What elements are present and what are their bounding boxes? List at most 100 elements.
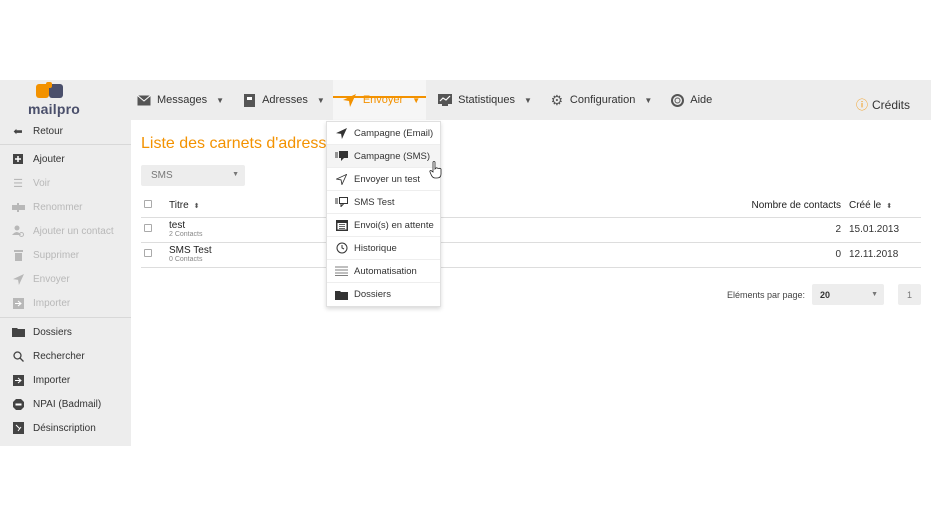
credits-button[interactable]: ⓘ Crédits — [856, 96, 910, 113]
sidebar-item-label: Rechercher — [33, 350, 85, 362]
row-select-cell — [141, 242, 169, 268]
address-book-icon — [242, 93, 256, 107]
credits-label: Crédits — [871, 97, 910, 112]
sidebar-item-retour[interactable]: ⬅ Retour — [0, 120, 131, 142]
select-all-checkbox[interactable] — [144, 200, 152, 209]
table-row[interactable]: test 2 Contacts 2 15.01.2013 — [141, 217, 921, 243]
sidebar-item-label: Importer — [33, 374, 71, 386]
column-contacts: Nombre de contacts — [709, 195, 849, 218]
import-icon — [11, 373, 25, 387]
menu-item-sms-test[interactable]: SMS Test — [327, 191, 440, 214]
menu-item-label: SMS Test — [354, 196, 395, 208]
app-window: mailpro Messages ▼ Adresses ▼ Envoyer ▼ … — [0, 80, 931, 446]
address-book-table: Titre ⬍ Nombre de contacts Créé le ⬍ test … — [141, 195, 921, 268]
row-checkbox[interactable] — [144, 249, 152, 257]
sidebar-item-dossiers[interactable]: Dossiers — [0, 320, 131, 344]
envelope-icon — [137, 93, 151, 107]
menu-item-campagne-sms[interactable]: Campagne (SMS) — [327, 145, 440, 168]
sidebar-item-label: Ajouter un contact — [33, 225, 114, 237]
row-select-cell — [141, 217, 169, 243]
lifebuoy-icon — [670, 93, 684, 107]
column-title-label: Titre — [169, 200, 189, 212]
folder-icon — [335, 288, 348, 301]
nav-statistiques[interactable]: Statistiques ▼ — [438, 80, 538, 120]
sidebar-item-ajouter-contact[interactable]: Ajouter un contact — [0, 219, 131, 243]
sidebar-item-envoyer[interactable]: Envoyer — [0, 267, 131, 291]
hand-cursor-icon — [429, 161, 442, 179]
page-title: Liste des carnets d'adresses — [141, 135, 344, 152]
sidebar-item-voir[interactable]: ☰ Voir — [0, 171, 131, 195]
sidebar-item-importer[interactable]: Importer — [0, 368, 131, 392]
nav-envoyer[interactable]: Envoyer ▼ — [332, 80, 427, 120]
sidebar: ⬅ Retour Ajouter ☰ Voir Renommer Ajouter… — [0, 120, 131, 446]
paper-plane-icon — [11, 272, 25, 286]
menu-item-envois-attente[interactable]: Envoi(s) en attente — [327, 214, 440, 237]
menu-item-campagne-email[interactable]: Campagne (Email) — [327, 122, 440, 145]
chevron-down-icon: ▼ — [412, 95, 421, 105]
list-icon: ☰ — [13, 177, 23, 190]
row-checkbox[interactable] — [144, 224, 152, 232]
nav-statistiques-label: Statistiques — [458, 94, 515, 106]
menu-item-automatisation[interactable]: Automatisation — [327, 260, 440, 283]
type-filter-select[interactable]: SMS ▼ — [141, 165, 245, 186]
menu-item-label: Historique — [354, 242, 397, 254]
menu-item-envoyer-test[interactable]: Envoyer un test — [327, 168, 440, 191]
nav-aide-label: Aide — [690, 94, 713, 106]
back-arrow-icon: ⬅ — [13, 125, 23, 138]
logo[interactable]: mailpro — [28, 82, 80, 118]
sidebar-item-label: Importer — [33, 297, 71, 309]
per-page-select[interactable]: 20 ▼ — [812, 284, 884, 305]
sidebar-item-renommer[interactable]: Renommer — [0, 195, 131, 219]
nav-adresses[interactable]: Adresses ▼ — [242, 80, 331, 120]
sidebar-divider — [0, 317, 131, 318]
sidebar-item-label: Voir — [33, 177, 51, 189]
nav-messages[interactable]: Messages ▼ — [137, 80, 230, 120]
sidebar-item-rechercher[interactable]: Rechercher — [0, 344, 131, 368]
type-filter-value: SMS — [151, 170, 173, 181]
sidebar-item-label: Dossiers — [33, 326, 72, 338]
chevron-down-icon: ▼ — [524, 95, 532, 105]
column-created[interactable]: Créé le ⬍ — [849, 195, 921, 218]
menu-item-historique[interactable]: Historique — [327, 237, 440, 260]
main-nav: Messages ▼ Adresses ▼ Envoyer ▼ Statisti… — [137, 80, 730, 120]
chevron-down-icon: ▼ — [216, 95, 225, 105]
sort-icon: ⬍ — [886, 203, 893, 211]
paper-plane-icon — [335, 127, 348, 140]
menu-item-label: Dossiers — [354, 289, 391, 300]
menu-item-label: Automatisation — [354, 265, 417, 277]
menu-item-label: Campagne (SMS) — [354, 150, 431, 162]
nav-adresses-label: Adresses — [262, 94, 308, 106]
main-content: Liste des carnets d'adresses SMS ▼ Titre… — [131, 120, 931, 446]
nav-envoyer-label: Envoyer — [362, 94, 404, 106]
menu-item-label: Envoyer un test — [354, 173, 421, 185]
sms-outline-icon — [335, 196, 348, 209]
nav-configuration[interactable]: ⚙ Configuration ▼ — [550, 80, 658, 120]
sms-icon — [335, 150, 348, 163]
sidebar-item-label: Retour — [33, 125, 64, 137]
nav-aide[interactable]: Aide — [670, 80, 718, 120]
import-icon — [11, 296, 25, 310]
paper-plane-outline-icon — [335, 173, 348, 186]
menu-item-label: Campagne (Email) — [354, 127, 434, 139]
sidebar-item-supprimer[interactable]: Supprimer — [0, 243, 131, 267]
add-contact-icon — [11, 224, 25, 238]
table-row[interactable]: SMS Test 0 Contacts 0 12.11.2018 — [141, 242, 921, 268]
sidebar-item-ajouter[interactable]: Ajouter — [0, 147, 131, 171]
menu-item-dossiers[interactable]: Dossiers — [327, 283, 440, 306]
sort-icon: ⬍ — [193, 203, 200, 211]
sidebar-item-desinscription[interactable]: Désinscription — [0, 416, 131, 440]
calendar-icon — [335, 219, 348, 232]
sidebar-item-npai[interactable]: NPAI (Badmail) — [0, 392, 131, 416]
top-bar: mailpro Messages ▼ Adresses ▼ Envoyer ▼ … — [0, 80, 931, 120]
pagination: Eléments par page: 20 ▼ 1 — [727, 284, 921, 305]
nav-configuration-label: Configuration — [569, 94, 636, 106]
sidebar-item-importer-disabled[interactable]: Importer — [0, 291, 131, 315]
row-contact-count: 0 — [709, 242, 849, 268]
row-contact-count: 2 — [709, 217, 849, 243]
page-button-1[interactable]: 1 — [898, 284, 921, 305]
mailpro-logo-mark — [36, 82, 63, 98]
plus-square-icon — [11, 152, 25, 166]
gear-icon: ⚙ — [550, 91, 564, 108]
sidebar-item-label: Renommer — [33, 201, 83, 213]
rename-icon — [11, 200, 25, 214]
